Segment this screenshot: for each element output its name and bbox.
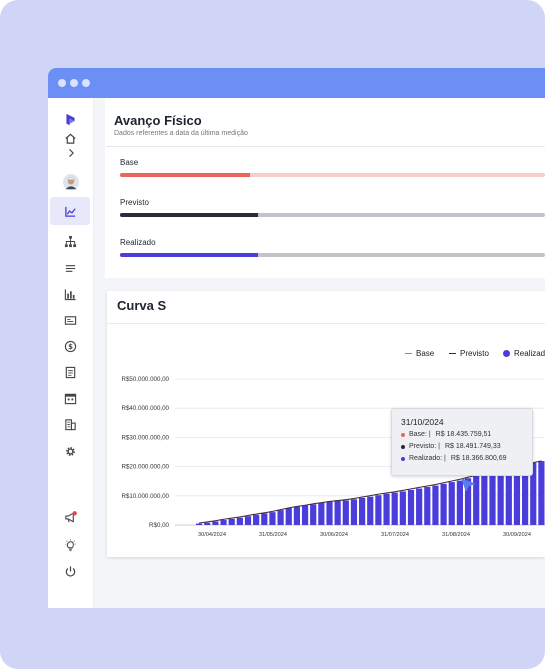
svg-text:$: $ [68,343,73,351]
gear-icon[interactable] [48,438,93,464]
chart-line-icon[interactable] [50,197,90,225]
cursor-pointer-icon [461,478,476,492]
tooltip-value-previsto: R$ 18.491.749,33 [445,443,501,450]
legend-realizado[interactable]: Realizado [503,349,545,358]
progress-label-previsto: Previsto [120,198,149,207]
progress-label-base: Base [120,158,139,167]
window-titlebar [48,68,545,98]
tooltip-label-previsto: Previsto: | [409,443,440,450]
avatar[interactable] [48,169,93,195]
legend-base-label: Base [416,349,435,358]
legend-base-swatch [405,352,412,355]
divider [106,146,545,147]
progress-fill-realizado [120,253,259,257]
page-title: Avanço Físico [114,113,202,128]
tooltip-row-previsto: Previsto: | R$ 18.491.749,33 [401,443,501,450]
card-icon[interactable] [48,307,93,333]
home-icon[interactable] [48,131,93,145]
document-icon[interactable] [48,359,93,385]
progress-track-base [120,173,545,177]
calendar-icon[interactable] [48,385,93,411]
legend-previsto-label: Previsto [460,349,489,358]
tooltip-label-base: Base: | [409,431,431,438]
progress-label-realizado: Realizado [120,238,156,247]
megaphone-icon[interactable] [48,504,93,530]
progress-fill-previsto [120,213,259,217]
tooltip-date: 31/10/2024 [401,417,444,427]
legend-realizado-swatch [503,350,510,357]
progress-track-previsto [120,213,545,217]
list-icon[interactable] [48,255,93,281]
org-chart-icon[interactable] [48,228,93,254]
progress-track-realizado [120,253,545,257]
legend-realizado-label: Realizado [514,349,545,358]
window-dot [70,79,78,87]
chart-tooltip: 31/10/2024 Base: | R$ 18.435.759,51 Prev… [391,408,533,476]
dollar-icon[interactable]: $ [48,333,93,359]
chevron-right-icon[interactable] [48,147,93,159]
tooltip-value-base: R$ 18.435.759,51 [435,431,492,438]
window-dot [58,79,66,87]
progress-fill-base [120,173,250,177]
tooltip-dot-base [401,432,405,437]
legend-previsto[interactable]: Previsto [449,349,489,358]
page-subtitle: Dados referentes a data da última mediçã… [114,130,248,137]
building-icon[interactable] [48,411,93,437]
chart-divider [107,323,545,324]
sidebar: $ [48,98,94,608]
tooltip-dot-realizado [401,456,405,461]
tooltip-label-realizado: Realizado: | [409,455,446,462]
legend-base[interactable]: Base [405,349,434,358]
tooltip-value-realizado: R$ 18.366.800,69 [450,455,507,462]
tooltip-row-base: Base: | R$ 18.435.759,51 [401,431,491,438]
power-icon[interactable] [48,558,93,584]
bar-chart-icon[interactable] [48,281,93,307]
tooltip-dot-previsto [401,444,405,449]
lightbulb-icon[interactable] [48,532,93,558]
legend-previsto-swatch [449,352,456,355]
logo-icon[interactable] [48,106,93,132]
chart-title: Curva S [117,298,167,313]
window-dot [82,79,90,87]
tooltip-row-realizado: Realizado: | R$ 18.366.800,69 [401,455,507,462]
